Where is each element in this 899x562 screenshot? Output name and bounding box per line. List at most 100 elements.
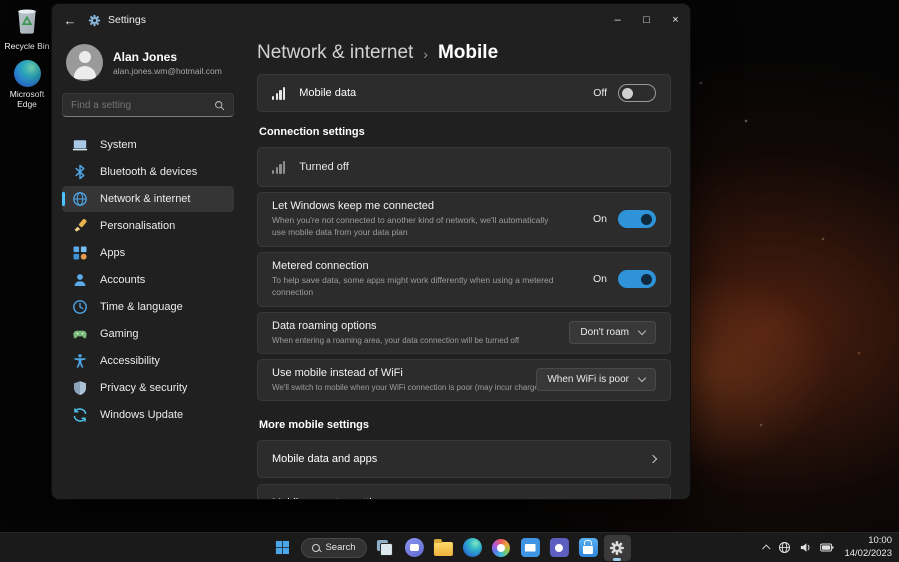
wifi-fallback-description: We'll switch to mobile when your WiFi co… <box>272 382 536 393</box>
clock-time: 10:00 <box>844 535 892 547</box>
windows-logo-icon <box>274 540 289 555</box>
desktop: Recycle Bin Microsoft Edge ← <box>0 0 899 562</box>
photos-button[interactable] <box>488 535 515 561</box>
chevron-down-icon <box>638 327 646 335</box>
battery-icon[interactable] <box>820 543 834 552</box>
sidebar-item-label: System <box>100 139 137 151</box>
task-view-button[interactable] <box>372 535 399 561</box>
metered-toggle[interactable] <box>618 270 656 288</box>
edge-button[interactable] <box>459 535 486 561</box>
bluetooth-icon <box>72 164 88 180</box>
keep-connected-toggle[interactable] <box>618 210 656 228</box>
search-input[interactable] <box>71 100 208 111</box>
breadcrumb-separator-icon: › <box>423 44 428 62</box>
network-icon[interactable] <box>778 541 791 554</box>
mobile-data-toggle[interactable] <box>618 84 656 102</box>
sidebar-item-label: Bluetooth & devices <box>100 166 197 178</box>
metered-state: On <box>593 273 607 285</box>
breadcrumb-parent[interactable]: Network & internet <box>257 42 413 64</box>
data-roaming-card: Data roaming options When entering a roa… <box>257 312 671 354</box>
mail-button[interactable] <box>517 535 544 561</box>
sidebar-item-network-internet[interactable]: Network & internet <box>62 186 234 212</box>
cellular-signal-off-icon <box>272 161 285 174</box>
sidebar-item-label: Network & internet <box>100 193 190 205</box>
wifi-fallback-dropdown[interactable]: When WiFi is poor <box>536 368 656 391</box>
chat-icon <box>405 538 424 557</box>
desktop-icon-microsoft-edge[interactable]: Microsoft Edge <box>2 60 52 109</box>
taskbar-clock[interactable]: 10:00 14/02/2023 <box>842 535 892 560</box>
settings-app-icon <box>88 14 101 27</box>
store-icon <box>579 538 598 557</box>
breadcrumb: Network & internet › Mobile <box>257 40 671 66</box>
user-profile[interactable]: Alan Jones alan.jones.wm@hotmail.com <box>62 36 234 93</box>
roaming-description: When entering a roaming area, your data … <box>272 335 519 346</box>
user-email: alan.jones.wm@hotmail.com <box>113 66 222 76</box>
sidebar-item-gaming[interactable]: Gaming <box>62 321 234 347</box>
close-button[interactable]: × <box>661 4 690 36</box>
person-icon <box>72 272 88 288</box>
roaming-dropdown[interactable]: Don't roam <box>569 321 656 344</box>
accessibility-icon <box>72 353 88 369</box>
sidebar-item-apps[interactable]: Apps <box>62 240 234 266</box>
sidebar-nav: System Bluetooth & devices Network & int… <box>62 132 234 428</box>
mobile-data-and-apps-link[interactable]: Mobile data and apps <box>257 440 671 478</box>
sidebar-item-label: Gaming <box>100 328 139 340</box>
sidebar-item-time-language[interactable]: Time & language <box>62 294 234 320</box>
toggle-knob <box>641 214 652 225</box>
keep-connected-state: On <box>593 213 607 225</box>
sidebar-item-bluetooth-devices[interactable]: Bluetooth & devices <box>62 159 234 185</box>
mail-icon <box>521 538 540 557</box>
sidebar-item-system[interactable]: System <box>62 132 234 158</box>
sidebar-item-personalisation[interactable]: Personalisation <box>62 213 234 239</box>
user-info: Alan Jones alan.jones.wm@hotmail.com <box>113 50 222 76</box>
metered-title: Metered connection <box>272 260 564 272</box>
file-explorer-button[interactable] <box>430 535 457 561</box>
back-button[interactable]: ← <box>52 4 88 36</box>
maximize-button[interactable]: □ <box>632 4 661 36</box>
sidebar-item-windows-update[interactable]: Windows Update <box>62 402 234 428</box>
section-header-connection-settings: Connection settings <box>259 126 669 140</box>
search-icon <box>311 544 319 552</box>
wallpaper-stars <box>0 0 2 2</box>
settings-taskbar-button[interactable] <box>604 535 631 561</box>
chevron-down-icon <box>638 374 646 382</box>
volume-icon[interactable] <box>799 541 812 554</box>
start-button[interactable] <box>268 535 295 561</box>
taskbar-search[interactable]: Search <box>300 538 366 558</box>
gear-icon <box>609 540 625 556</box>
settings-window: ← Settings – □ × <box>51 3 691 500</box>
globe-icon <box>72 191 88 207</box>
sidebar-item-privacy-security[interactable]: Privacy & security <box>62 375 234 401</box>
avatar <box>66 44 103 81</box>
sidebar-item-label: Accounts <box>100 274 145 286</box>
keep-connected-description: When you're not connected to another kin… <box>272 215 564 239</box>
hidden-icons-chevron-icon[interactable] <box>763 544 771 552</box>
turned-off-label: Turned off <box>299 161 349 173</box>
mobile-data-label: Mobile data <box>299 87 356 99</box>
taskbar-center: Search <box>268 533 630 562</box>
chevron-right-icon <box>649 455 657 463</box>
store-button[interactable] <box>575 535 602 561</box>
settings-search[interactable] <box>62 93 234 117</box>
minimize-button[interactable]: – <box>603 4 632 36</box>
titlebar[interactable]: ← Settings – □ × <box>52 4 690 36</box>
taskbar: Search <box>0 532 899 562</box>
file-explorer-icon <box>434 542 453 556</box>
wifi-fallback-dropdown-value: When WiFi is poor <box>547 374 629 385</box>
mobile-operator-settings-link[interactable]: Mobile operator settings <box>257 484 671 499</box>
clock-icon <box>72 299 88 315</box>
sidebar-item-label: Accessibility <box>100 355 160 367</box>
toggle-knob <box>622 88 633 99</box>
sidebar-item-accessibility[interactable]: Accessibility <box>62 348 234 374</box>
chat-button[interactable] <box>401 535 428 561</box>
system-icon <box>72 137 88 153</box>
page-title: Mobile <box>438 42 498 64</box>
toggle-knob <box>641 274 652 285</box>
desktop-icon-recycle-bin[interactable]: Recycle Bin <box>2 4 52 51</box>
settings-main-pane: Network & internet › Mobile Mobile data … <box>242 36 690 499</box>
roaming-dropdown-value: Don't roam <box>580 327 629 338</box>
keep-connected-card: Let Windows keep me connected When you'r… <box>257 192 671 247</box>
teams-button[interactable] <box>546 535 573 561</box>
wifi-fallback-title: Use mobile instead of WiFi <box>272 367 536 379</box>
sidebar-item-accounts[interactable]: Accounts <box>62 267 234 293</box>
